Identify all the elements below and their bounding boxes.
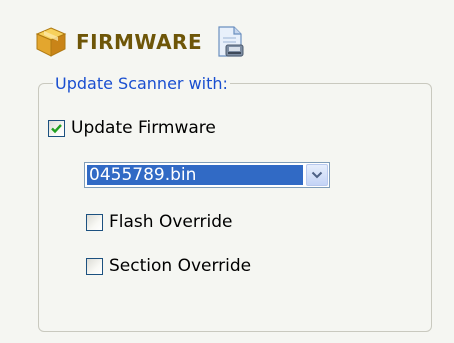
flash-override-label: Flash Override xyxy=(109,212,233,232)
firmware-file-select[interactable]: 0455789.bin xyxy=(84,162,330,188)
firmware-file-value: 0455789.bin xyxy=(87,165,303,185)
flash-override-checkbox[interactable] xyxy=(86,213,103,231)
box-icon xyxy=(35,27,67,57)
panel-header: FIRMWARE xyxy=(34,22,246,62)
chevron-down-icon xyxy=(311,171,323,179)
section-override-checkbox[interactable] xyxy=(86,257,103,275)
document-icon[interactable] xyxy=(214,25,246,59)
checkmark-icon xyxy=(51,123,62,133)
update-firmware-label: Update Firmware xyxy=(71,118,216,138)
section-override-option[interactable]: Section Override xyxy=(86,256,251,276)
firmware-panel: FIRMWARE Update Scanner with: Update Fir… xyxy=(0,0,454,343)
page-title: FIRMWARE xyxy=(76,30,203,54)
flash-override-option[interactable]: Flash Override xyxy=(86,212,233,232)
update-scanner-group: Update Scanner with: xyxy=(38,74,432,332)
update-firmware-option[interactable]: Update Firmware xyxy=(48,118,216,138)
dropdown-button[interactable] xyxy=(306,164,328,186)
group-legend: Update Scanner with: xyxy=(55,74,228,93)
update-firmware-checkbox[interactable] xyxy=(48,119,65,137)
section-override-label: Section Override xyxy=(109,256,252,276)
